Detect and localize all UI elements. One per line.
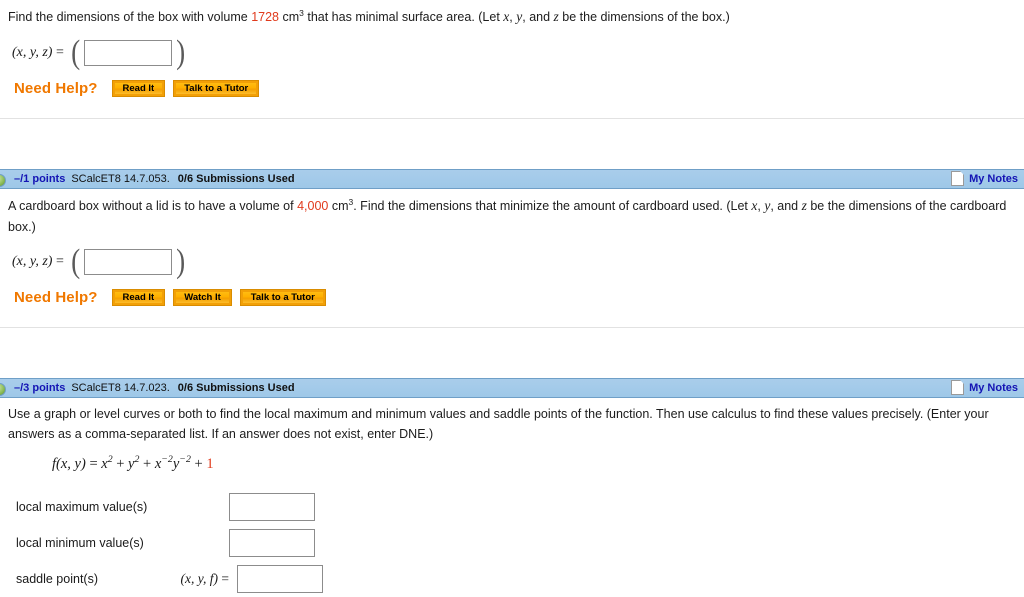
answer-rows: local maximum value(s) local minimum val…	[16, 489, 1016, 597]
question-prompt: A cardboard box without a lid is to have…	[8, 195, 1013, 237]
question-code: SCalcET8 14.7.023.	[71, 381, 170, 394]
answer-close-paren: )	[176, 34, 186, 72]
function-constant: 1	[206, 456, 214, 473]
note-page-icon	[951, 380, 965, 396]
collapse-toggle-icon[interactable]	[0, 382, 6, 396]
my-notes-label: My Notes	[969, 381, 1018, 394]
row-local-maximum: local maximum value(s)	[16, 489, 1016, 525]
question-prompt: Find the dimensions of the box with volu…	[8, 6, 1013, 28]
prompt-sep-2: , and	[770, 198, 802, 213]
saddle-point-label: saddle point(s)	[16, 572, 98, 587]
saddle-point-vars: (x, y, f)	[180, 571, 218, 587]
question-block-14-7-053: –/1 points SCalcET8 14.7.053. 0/6 Submis…	[0, 168, 1024, 378]
answer-equals-sign: =	[55, 44, 64, 60]
function-plus-1: +	[112, 456, 129, 473]
local-minimum-input[interactable]	[229, 529, 315, 558]
submissions-used: 0/6 Submissions Used	[177, 172, 295, 185]
answer-tuple-vars: x, y, z	[16, 44, 48, 60]
saddle-point-prefix: (x, y, f) =	[166, 571, 237, 587]
answer-input-dimensions[interactable]	[84, 39, 173, 66]
prompt-text-after: . Find the dimensions that minimize the …	[353, 198, 752, 213]
answer-row-tuple: (x, y, z) = ( )	[12, 245, 1016, 279]
question-header-bar: –/1 points SCalcET8 14.7.053. 0/6 Submis…	[0, 168, 1024, 189]
question-prompt: Use a graph or level curves or both to f…	[8, 406, 989, 442]
collapse-toggle-icon[interactable]	[0, 173, 6, 187]
points-label: –/1 points	[14, 172, 66, 185]
prompt-volume-value: 1728	[251, 10, 279, 24]
prompt-text-after: that has minimal surface area. (Let	[303, 10, 504, 24]
need-help-row: Need Help? Read It Watch It Talk to a Tu…	[14, 288, 1016, 306]
need-help-label: Need Help?	[14, 288, 98, 306]
answer-tuple-label: (x, y, z) =	[12, 44, 64, 60]
saddle-point-equals: =	[221, 571, 229, 587]
answer-close-paren: )	[176, 243, 186, 281]
row-local-minimum: local minimum value(s)	[16, 525, 1016, 561]
prompt-unit: cm	[282, 10, 300, 24]
question-body: Find the dimensions of the box with volu…	[0, 0, 1024, 97]
read-it-button[interactable]: Read It	[111, 288, 166, 306]
function-term-3b-exponent: −2	[179, 454, 191, 466]
prompt-volume-value: 4,000	[297, 198, 329, 213]
saddle-point-input[interactable]	[237, 565, 323, 594]
talk-to-a-tutor-button[interactable]: Talk to a Tutor	[173, 79, 260, 97]
need-help-label: Need Help?	[14, 79, 98, 97]
local-maximum-label: local maximum value(s)	[16, 500, 148, 515]
talk-to-a-tutor-button[interactable]: Talk to a Tutor	[239, 288, 326, 306]
question-block-top: Find the dimensions of the box with volu…	[0, 0, 1024, 169]
answer-tuple-label: (x, y, z) =	[12, 253, 64, 269]
prompt-sep-2: , and	[522, 10, 554, 24]
answer-row-tuple: (x, y, z) = ( )	[12, 36, 1016, 70]
my-notes-button[interactable]: My Notes	[951, 380, 1018, 396]
question-header-bar: –/3 points SCalcET8 14.7.023. 0/6 Submis…	[0, 377, 1024, 398]
question-body: Use a graph or level curves or both to f…	[0, 398, 1024, 597]
prompt-text-before: Find the dimensions of the box with volu…	[8, 10, 252, 24]
my-notes-label: My Notes	[969, 172, 1018, 185]
answer-input-dimensions[interactable]	[84, 248, 173, 275]
answer-open-paren: (	[70, 243, 81, 281]
my-notes-button[interactable]: My Notes	[951, 171, 1018, 187]
question-body: A cardboard box without a lid is to have…	[0, 189, 1024, 306]
row-saddle-point: saddle point(s) (x, y, f) =	[16, 561, 1016, 597]
local-maximum-input[interactable]	[229, 493, 315, 522]
points-label: –/3 points	[14, 381, 66, 394]
function-equals: =	[85, 456, 102, 473]
function-term-3a-exponent: −2	[161, 454, 173, 466]
note-page-icon	[951, 171, 965, 187]
function-expression: f(x, y) = x2 + y2 + x−2y−2 + 1	[52, 454, 1016, 473]
prompt-text-before: A cardboard box without a lid is to have…	[8, 198, 298, 213]
function-args: (x, y)	[56, 456, 86, 473]
function-plus-2: +	[139, 456, 155, 473]
submissions-used: 0/6 Submissions Used	[177, 381, 295, 394]
watch-it-button[interactable]: Watch It	[173, 288, 232, 306]
question-block-14-7-023: –/3 points SCalcET8 14.7.023. 0/6 Submis…	[0, 377, 1024, 597]
local-minimum-label: local minimum value(s)	[16, 536, 144, 551]
read-it-button[interactable]: Read It	[111, 79, 166, 97]
answer-equals-sign: =	[55, 253, 64, 269]
answer-tuple-vars: x, y, z	[16, 253, 48, 269]
answer-open-paren: (	[70, 34, 81, 72]
question-code: SCalcET8 14.7.053.	[71, 172, 170, 185]
need-help-row: Need Help? Read It Talk to a Tutor	[14, 79, 1016, 97]
function-plus-3: +	[190, 456, 207, 473]
prompt-unit: cm	[331, 198, 349, 213]
prompt-text-tail: be the dimensions of the box.)	[558, 10, 730, 24]
